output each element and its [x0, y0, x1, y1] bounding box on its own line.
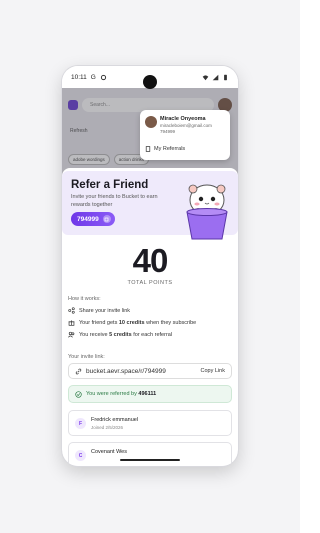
- copy-icon[interactable]: [102, 215, 111, 223]
- gift-icon: [68, 320, 75, 326]
- step-credits: 10 credits: [118, 319, 145, 326]
- check-circle-icon: [75, 390, 82, 398]
- avatar: F: [75, 418, 86, 429]
- signal-icon: [212, 74, 219, 80]
- menu-item-label: My Referrals: [154, 146, 186, 152]
- friend-name: Covenant Wes: [91, 449, 127, 455]
- referral-sheet: Refer a Friend Invite your friends to Bu…: [62, 168, 238, 466]
- avatar: [145, 116, 157, 128]
- friend-name: Fredrick emmanuel: [91, 417, 139, 423]
- carrier-icon: G: [90, 73, 96, 81]
- total-points-value: 40: [132, 242, 169, 279]
- share-icon: [68, 307, 75, 314]
- invite-link-label: Your invite link:: [68, 354, 105, 360]
- referral-code-pill[interactable]: 794999: [71, 212, 115, 226]
- page-title: Refer a Friend: [71, 179, 149, 191]
- document-icon: [145, 146, 151, 152]
- how-it-works-heading: How it works:: [68, 296, 101, 302]
- menu-item-my-referrals[interactable]: My Referrals: [145, 146, 185, 152]
- step-credits: 5 credits: [109, 331, 132, 338]
- wifi-icon: [202, 74, 209, 80]
- screenshot-frame: 10:11 G Search... Refresh adobe wordings…: [0, 0, 300, 533]
- referred-by-text: You were referred by: [86, 391, 139, 397]
- friend-joined-date: Joined 2/5/2026: [91, 425, 124, 430]
- list-item[interactable]: C Covenant Wes: [68, 442, 232, 466]
- copy-link-button[interactable]: Copy Link: [201, 368, 225, 374]
- profile-name: Miracle Onyeoma: [160, 116, 206, 122]
- settings-icon: [100, 74, 106, 80]
- users-icon: [68, 331, 75, 338]
- step-text: You receive: [79, 331, 110, 338]
- step-friend-credits: Your friend gets 10 credits when they su…: [68, 319, 196, 326]
- referral-code: 794999: [77, 215, 99, 223]
- step-text: Your friend gets: [79, 319, 119, 326]
- step-your-credits: You receive 5 credits for each referral: [68, 331, 172, 338]
- invite-link-box: bucket.aevr.space/r/794999 Copy Link: [68, 363, 232, 379]
- referred-by-code: 496111: [138, 391, 157, 397]
- profile-code: 794999: [160, 129, 176, 134]
- status-time: 10:11: [71, 73, 87, 81]
- battery-icon: [224, 74, 227, 80]
- total-points-label: TOTAL POINTS: [127, 280, 173, 286]
- phone-screen: 10:11 G Search... Refresh adobe wordings…: [62, 66, 238, 466]
- step-text: when they subscribe: [144, 319, 197, 326]
- profile-menu: Miracle Onyeoma miracleboiem@gmail.com 7…: [140, 110, 230, 160]
- list-item[interactable]: F Fredrick emmanuel Joined 2/5/2026: [68, 410, 232, 436]
- step-share: Share your invite link: [68, 307, 130, 314]
- avatar: C: [75, 450, 86, 461]
- hero-subtitle: Invite your friends to Bucket to earn re…: [71, 194, 158, 208]
- hamster-bucket-illustration: [186, 184, 228, 240]
- referred-by-banner: You were referred by 496111: [68, 385, 232, 403]
- invite-link-text[interactable]: bucket.aevr.space/r/794999: [86, 368, 197, 375]
- step-text: Share your invite link: [79, 307, 131, 314]
- home-indicator[interactable]: [120, 459, 180, 461]
- front-camera: [143, 75, 157, 89]
- profile-email: miracleboiem@gmail.com: [160, 123, 212, 128]
- step-text: for each referral: [131, 331, 173, 338]
- link-icon: [75, 368, 82, 374]
